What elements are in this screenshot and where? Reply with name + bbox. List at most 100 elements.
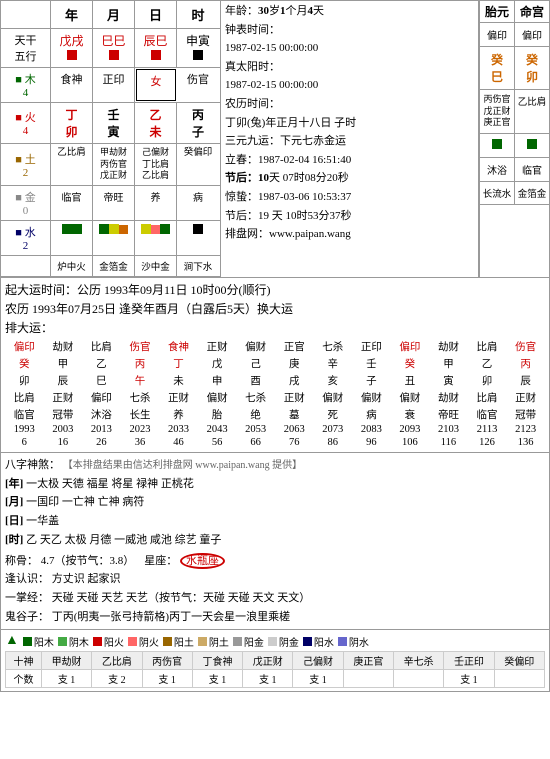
yang-mu-sq (23, 637, 32, 646)
legend-row: ▲ 阳木 阴木 阳火 阴火 阳土 阴土 (5, 633, 545, 649)
legend-yin-tu: 阴土 (198, 634, 229, 649)
tiangan-label: 天干 五行 (1, 29, 51, 67)
minggong-xiu: 临官 (515, 158, 549, 181)
legend-yin-huo: 阴火 (128, 634, 159, 649)
taiyuan-ss: 偏印 (480, 23, 515, 46)
dizhi-names-row: 炉中火 金箔金 沙中金 涧下水 (1, 256, 220, 277)
dayun-gz-top-row: 癸 甲 乙 丙 丁 戊 己 庚 辛 壬 癸 甲 乙 丙 (5, 355, 545, 372)
sidebar-row4 (480, 134, 549, 158)
yang-jin-sq (233, 637, 242, 646)
taiyuan-sub: 丙伤官戊正财庚正官 (480, 90, 515, 133)
yue-shishen: 正印 (93, 68, 135, 102)
legend-yin-shui: 阴水 (338, 634, 369, 649)
nian-dizhi-name: 炉中火 (51, 256, 93, 276)
taiyuan-wuxing: 长流水 (480, 182, 515, 204)
yin-huo-sq (128, 637, 137, 646)
shui-label: ■ 水 2 (1, 221, 51, 255)
yin-jin-sq (268, 637, 277, 646)
yang-tu-sq (163, 637, 172, 646)
legend-yang-tu: 阳土 (163, 634, 194, 649)
shi-colors (177, 221, 219, 255)
legend-yin-mu: 阴木 (58, 634, 89, 649)
ri-dizhi-name: 沙中金 (135, 256, 177, 276)
lunar-value-line: 丁卯(兔)年正月十八日 子时 (225, 115, 474, 133)
shi-tiangan: 申寅 (177, 29, 219, 67)
dayun-state-row: 临官 冠带 沐浴 长生 养 胎 绝 墓 死 病 衰 帝旺 临官 冠带 (5, 406, 545, 423)
legend-yang-shui: 阳水 (303, 634, 334, 649)
clock-value-line: 1987-02-15 00:00:00 (225, 40, 474, 58)
dayun-ss-row: 比肩 正财 偏印 七杀 正财 偏财 七杀 正财 偏财 偏财 偏财 劫财 比肩 正… (5, 389, 545, 406)
taiyuan-sq (480, 134, 515, 157)
legend-section: ▲ 阳木 阴木 阳火 阴火 阳土 阴土 (0, 630, 550, 692)
shi-zhuang: 病 (177, 186, 219, 220)
ri-shen: [日] 一华盖 (5, 512, 545, 531)
nian-colors (51, 221, 93, 255)
sidebar-row3: 丙伤官戊正财庚正官 乙比肩 (480, 90, 549, 134)
yin-shui-sq (338, 637, 347, 646)
header-shi: 时 (177, 1, 219, 28)
clock-line: 钟表时间： (225, 22, 474, 40)
shishen-row: ■ 木 4 食神 正印 女 伤官 (1, 68, 220, 103)
ri-colors (135, 221, 177, 255)
header-nian: 年 (51, 1, 93, 28)
ri-dizhi: 乙 未 (135, 103, 177, 143)
minggong-sub: 乙比肩 (515, 90, 549, 133)
ri-tiangan: 辰巳 (135, 29, 177, 67)
shishen-data-row: 个数 支 1 支 2 支 1 支 1 支 1 支 1 支 1 (6, 670, 545, 688)
huo-label: ■ 火 4 (1, 103, 51, 143)
dayun-table: 偏印 劫财 比肩 伤官 食神 正财 偏财 正官 七杀 正印 偏印 劫财 比肩 伤… (5, 338, 545, 449)
nian-dizhi: 丁 卯 (51, 103, 93, 143)
dizhi-blank (1, 256, 51, 276)
jiehou2-line: 节后： 19 天 10时53分37秒 (225, 208, 474, 226)
yin-mu-sq (58, 637, 67, 646)
nian-tiangan: 戊戌 (51, 29, 93, 67)
minggong-label: 命宫 (515, 1, 549, 22)
dayun-start-text2: 农历 1993年07月25日 逢癸年酉月（白露后5天）换大运 (5, 300, 545, 317)
minggong-ss: 偏印 (515, 23, 549, 46)
header-yue: 月 (93, 1, 135, 28)
shi-dizhi: 丙 子 (177, 103, 219, 143)
yue-shen: [月] 一国印 一亡神 亡神 病符 (5, 493, 545, 512)
taiyuan-label: 胎元 (480, 1, 515, 22)
shi-shishen: 伤官 (177, 68, 219, 102)
guigu-row: 鬼谷子： 丁丙(明夷一张弓持箭格)丙丁一天会星一浪里乘槎 (5, 608, 545, 627)
minggong-gz: 癸 卯 (515, 47, 549, 89)
minggong-sq (515, 134, 549, 157)
chengji-star-row: 称骨： 4.7（按节气：3.8） 星座： 水瓶座 (5, 552, 545, 571)
nian-shishen: 食神 (51, 68, 93, 102)
nian-sub: 乙比肩 (51, 144, 93, 185)
yue-dizhi: 壬 寅 (93, 103, 135, 143)
header-blank (1, 1, 51, 28)
info-section: 年龄： 30 岁 1 个月 4 天 钟表时间： 1987-02-15 00:00… (221, 1, 479, 277)
sidebar-row1: 偏印 偏印 (480, 23, 549, 47)
taiyuan-gz: 癸 巳 (480, 47, 515, 89)
shishen-table: 十神 甲劫财 乙比肩 丙伤官 丁食神 戊正财 己偏财 庚正官 辛七杀 壬正印 癸… (5, 651, 545, 688)
nian-shen: [年] 一太极 天德 福星 将星 禄神 正桃花 (5, 475, 545, 494)
jingzhe-line: 惊蛰： 1987-03-06 10:53:37 (225, 189, 474, 207)
yue-colors (93, 221, 135, 255)
sanyuan-line: 三元九运： 下元七赤金运 (225, 133, 474, 151)
liqiu-line: 立春： 1987-02-04 16:51:40 (225, 152, 474, 170)
sidebar-row6: 长流水 金箔金 (480, 182, 549, 205)
top-section: 年 月 日 时 天干 五行 戊戌 巳巳 (0, 0, 550, 278)
ri-sub: 己偏财丁比肩乙比肩 (135, 144, 177, 185)
color-squares-row: ■ 水 2 (1, 221, 220, 256)
dayun-section: 起大运时间：公历 1993年09月11日 10时00分(顺行) 农历 1993年… (0, 278, 550, 453)
main-container: 年 月 日 时 天干 五行 戊戌 巳巳 (0, 0, 550, 692)
dayun-title: 排大运： (5, 319, 545, 336)
legend-yang-mu: 阳木 (23, 634, 54, 649)
tu-label: ■ 土 2 (1, 144, 51, 185)
lunar-line: 农历时间： (225, 96, 474, 114)
shishen-header-row: 十神 甲劫财 乙比肩 丙伤官 丁食神 戊正财 己偏财 庚正官 辛七杀 壬正印 癸… (6, 652, 545, 670)
yue-zhuang: 帝旺 (93, 186, 135, 220)
dayun-headers-row: 偏印 劫财 比肩 伤官 食神 正财 偏财 正官 七杀 正印 偏印 劫财 比肩 伤… (5, 338, 545, 355)
dayun-ages-row: 6 16 26 36 46 56 66 76 86 96 106 116 126… (5, 436, 545, 449)
header-ri: 日 (135, 1, 177, 28)
paipan-line: 排盘网： www.paipan.wang (225, 226, 474, 244)
legend-yang-jin: 阳金 (233, 634, 264, 649)
age-line: 年龄： 30 岁 1 个月 4 天 (225, 3, 474, 21)
sub-shishen-row: ■ 土 2 乙比肩 甲劫财丙伤官戊正财 己偏财丁比肩乙比肩 癸偏印 (1, 144, 220, 186)
sun-value-line: 1987-02-15 00:00:00 (225, 77, 474, 95)
tri-up-icon: ▲ (5, 633, 19, 649)
taiyuan-xiu: 沐浴 (480, 158, 515, 181)
